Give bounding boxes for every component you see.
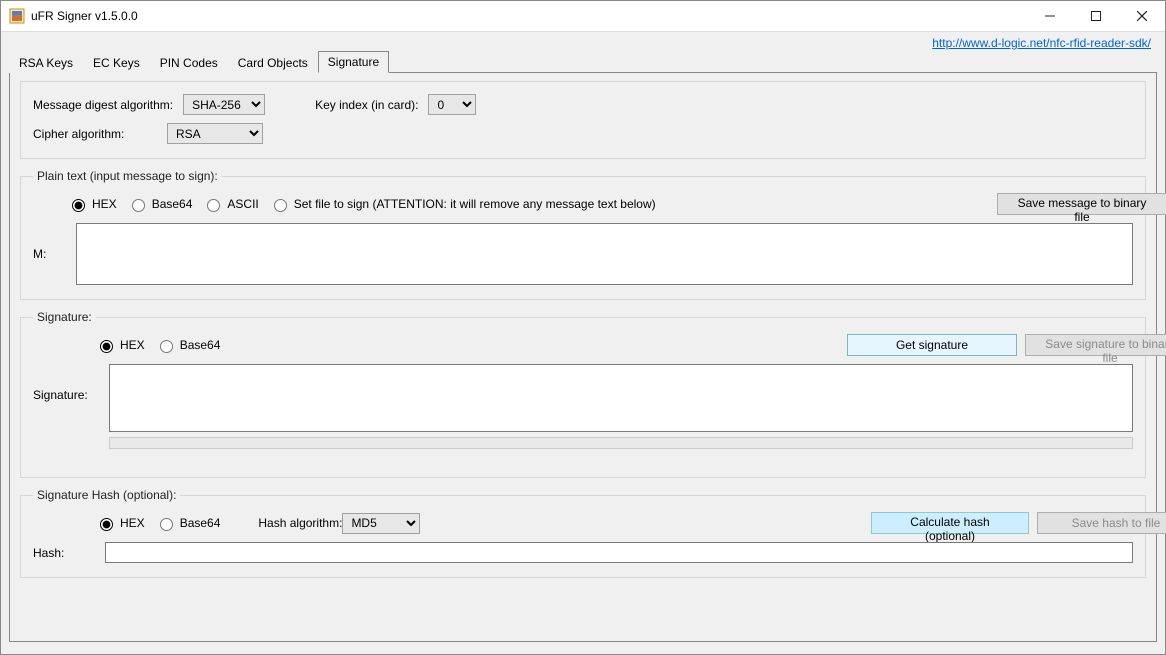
app-icon — [9, 8, 25, 24]
app-window: uFR Signer v1.5.0.0 http://www.d-logic.n… — [0, 0, 1166, 655]
get-signature-button[interactable]: Get signature — [847, 334, 1017, 356]
message-input[interactable] — [76, 223, 1133, 285]
hash-radio-base64[interactable]: Base64 — [155, 515, 221, 531]
algorithm-group: Message digest algorithm: SHA-256 Key in… — [20, 81, 1146, 159]
plaintext-legend: Plain text (input message to sign): — [33, 169, 222, 183]
tab-signature[interactable]: Signature — [318, 51, 389, 73]
plain-radio-hex[interactable]: HEX — [67, 196, 117, 212]
signature-group: Signature: HEX Base64 Get signature Save… — [20, 310, 1146, 478]
plain-radio-base64[interactable]: Base64 — [127, 196, 193, 212]
m-label: M: — [33, 247, 62, 261]
key-index-label: Key index (in card): — [315, 98, 418, 112]
signature-legend: Signature: — [33, 310, 96, 324]
client-area: http://www.d-logic.net/nfc-rfid-reader-s… — [1, 31, 1165, 654]
signature-scrollbar[interactable] — [109, 437, 1133, 449]
maximize-button[interactable] — [1073, 1, 1119, 31]
hash-alg-select[interactable]: MD5 — [342, 513, 420, 534]
minimize-button[interactable] — [1027, 1, 1073, 31]
signature-field-label: Signature: — [33, 388, 95, 402]
sdk-link[interactable]: http://www.d-logic.net/nfc-rfid-reader-s… — [932, 36, 1151, 50]
plain-radio-file[interactable]: Set file to sign (ATTENTION: it will rem… — [269, 196, 656, 212]
tab-rsa-keys[interactable]: RSA Keys — [9, 52, 83, 73]
digest-label: Message digest algorithm: — [33, 98, 173, 112]
tab-panel-signature: Message digest algorithm: SHA-256 Key in… — [9, 72, 1157, 642]
cipher-label: Cipher algorithm: — [33, 127, 157, 141]
hash-alg-label: Hash algorithm: — [258, 516, 342, 530]
plaintext-group: Plain text (input message to sign): HEX … — [20, 169, 1146, 300]
sighash-legend: Signature Hash (optional): — [33, 488, 180, 502]
tab-pin-codes[interactable]: PIN Codes — [150, 52, 228, 73]
tab-ec-keys[interactable]: EC Keys — [83, 52, 150, 73]
title-bar: uFR Signer v1.5.0.0 — [1, 1, 1165, 31]
save-signature-button[interactable]: Save signature to binary file — [1025, 334, 1166, 356]
sdk-link-row: http://www.d-logic.net/nfc-rfid-reader-s… — [932, 36, 1151, 50]
key-index-select[interactable]: 0 — [428, 94, 476, 115]
hash-label: Hash: — [33, 546, 91, 560]
sig-radio-base64[interactable]: Base64 — [155, 337, 221, 353]
save-hash-button[interactable]: Save hash to file — [1037, 512, 1166, 534]
plain-radio-ascii[interactable]: ASCII — [202, 196, 258, 212]
sig-radio-hex[interactable]: HEX — [95, 337, 145, 353]
hash-radio-hex[interactable]: HEX — [95, 515, 145, 531]
save-message-button[interactable]: Save message to binary file — [997, 193, 1166, 215]
tab-card-objects[interactable]: Card Objects — [228, 52, 318, 73]
hash-output[interactable] — [105, 542, 1133, 563]
cipher-select[interactable]: RSA — [167, 123, 263, 144]
tab-strip: RSA Keys EC Keys PIN Codes Card Objects … — [9, 50, 1157, 72]
window-title: uFR Signer v1.5.0.0 — [31, 9, 138, 23]
signature-hash-group: Signature Hash (optional): HEX Base64 Ha… — [20, 488, 1146, 578]
signature-output[interactable] — [109, 364, 1133, 432]
calculate-hash-button[interactable]: Calculate hash (optional) — [871, 512, 1029, 534]
digest-select[interactable]: SHA-256 — [183, 94, 265, 115]
close-button[interactable] — [1119, 1, 1165, 31]
